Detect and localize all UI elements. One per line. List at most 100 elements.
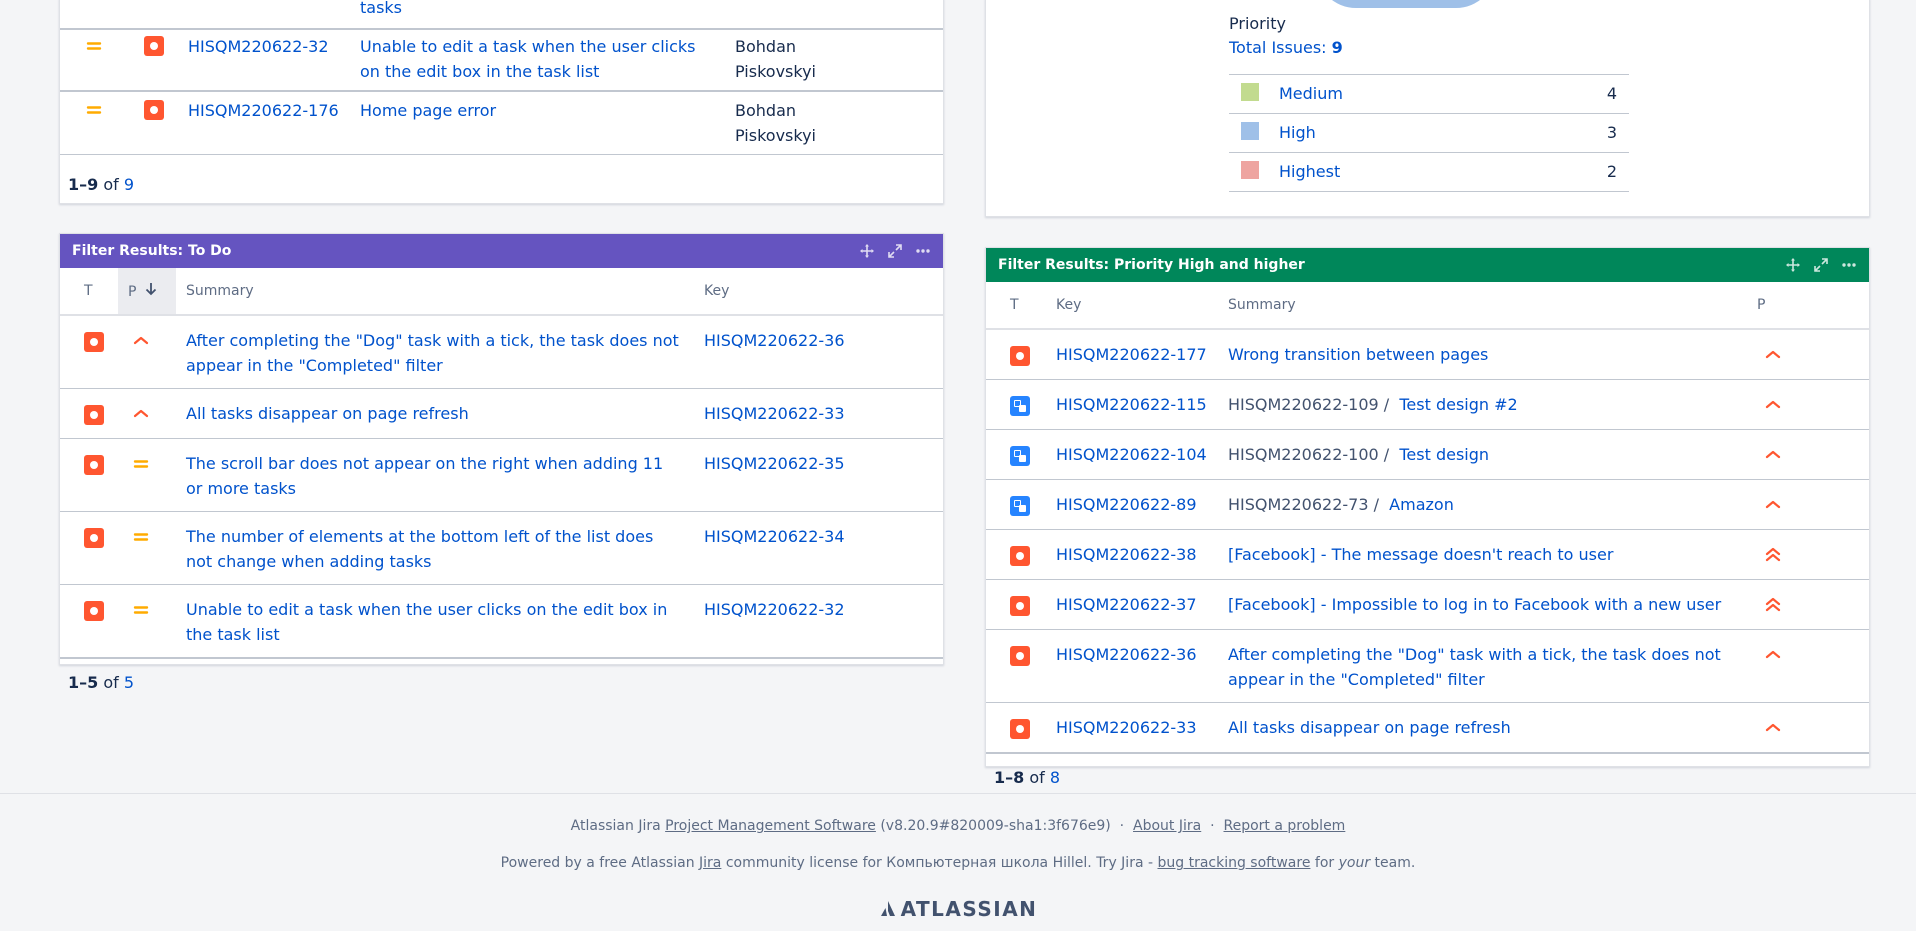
legend-label[interactable]: Medium: [1279, 84, 1343, 103]
move-icon[interactable]: [859, 243, 875, 259]
issue-key[interactable]: HISQM220622-37: [1056, 595, 1197, 614]
issue-summary[interactable]: Test design: [1399, 445, 1489, 464]
table-row[interactable]: HISQM220622-38 [Facebook] - The message d…: [986, 529, 1869, 580]
priority-high-icon: [1763, 495, 1783, 515]
legend-item[interactable]: Medium 4: [1229, 74, 1629, 114]
issue-summary[interactable]: Home page error: [360, 98, 705, 123]
issue-key[interactable]: HISQM220622-33: [704, 404, 845, 423]
more-icon[interactable]: [1841, 257, 1857, 273]
bug-icon: [1010, 596, 1030, 616]
pager-total[interactable]: 9: [124, 175, 134, 194]
col-key[interactable]: Key: [1056, 282, 1228, 330]
maximize-icon[interactable]: [1813, 257, 1829, 273]
table-row[interactable]: The scroll bar does not appear on the ri…: [60, 438, 943, 512]
gadget-title: Filter Results: To Do: [72, 243, 232, 259]
summary-link[interactable]: tasks: [360, 0, 402, 20]
table-row[interactable]: The number of elements at the bottom lef…: [60, 511, 943, 585]
issue-summary[interactable]: Wrong transition between pages: [1228, 345, 1488, 364]
legend-label[interactable]: High: [1279, 123, 1316, 142]
footer-line1: Atlassian Jira Project Management Softwa…: [570, 818, 1346, 834]
table-row[interactable]: HISQM220622-36 After completing the "Dog"…: [986, 629, 1869, 703]
bug-icon: [84, 332, 104, 352]
issue-key[interactable]: HISQM220622-36: [1056, 645, 1197, 664]
col-summary[interactable]: Summary: [1228, 282, 1757, 330]
total-issues-label[interactable]: Total Issues:: [1229, 38, 1327, 57]
gadget-title: Filter Results: Priority High and higher: [998, 257, 1305, 273]
pager-of: of: [103, 174, 119, 194]
issue-summary[interactable]: Test design #2: [1399, 395, 1517, 414]
col-summary[interactable]: Summary: [176, 268, 704, 316]
issue-summary[interactable]: The scroll bar does not appear on the ri…: [186, 454, 663, 498]
issue-summary[interactable]: Unable to edit a task when the user clic…: [186, 600, 667, 644]
issue-key[interactable]: HISQM220622-38: [1056, 545, 1197, 564]
parent-key[interactable]: HISQM220622-73 /: [1228, 495, 1379, 514]
col-key[interactable]: Key: [704, 268, 943, 316]
about-jira-link[interactable]: About Jira: [1133, 818, 1201, 834]
issue-key[interactable]: HISQM220622-34: [704, 527, 845, 546]
jira-link[interactable]: Jira: [699, 855, 721, 871]
subtask-icon: [1010, 496, 1030, 516]
partial-row: tasks: [60, 0, 943, 30]
issue-summary[interactable]: [Facebook] - Impossible to log in to Fac…: [1228, 595, 1721, 614]
table-row[interactable]: All tasks disappear on page refresh HISQM…: [60, 388, 943, 439]
subtask-icon: [1010, 446, 1030, 466]
legend-label[interactable]: Highest: [1279, 162, 1340, 181]
issue-key[interactable]: HISQM220622-104: [1056, 445, 1207, 464]
maximize-icon[interactable]: [887, 243, 903, 259]
table-row[interactable]: HISQM220622-32 Unable to edit a task when…: [60, 28, 943, 92]
table-row[interactable]: HISQM220622-177 Wrong transition between …: [986, 329, 1869, 380]
pager-total[interactable]: 5: [124, 673, 134, 692]
issue-key[interactable]: HISQM220622-32: [704, 600, 845, 619]
pager-total[interactable]: 8: [1050, 768, 1060, 787]
parent-key[interactable]: HISQM220622-100 /: [1228, 445, 1389, 464]
pm-software-link[interactable]: Project Management Software: [665, 818, 876, 834]
table-row[interactable]: HISQM220622-104 HISQM220622-100 / Test de…: [986, 429, 1869, 480]
col-priority[interactable]: P: [1757, 282, 1869, 330]
pager-range: 1–9: [68, 174, 99, 194]
more-icon[interactable]: [915, 243, 931, 259]
table-row[interactable]: HISQM220622-176 Home page error Bohdan Pis…: [60, 92, 943, 155]
legend-item[interactable]: High 3: [1229, 113, 1629, 153]
atlassian-logo[interactable]: ATLASSIAN: [0, 897, 1916, 923]
issue-key[interactable]: HISQM220622-32: [188, 34, 329, 59]
issue-summary[interactable]: Amazon: [1389, 495, 1454, 514]
bug-icon: [1010, 346, 1030, 366]
issue-key[interactable]: HISQM220622-33: [1056, 718, 1197, 737]
table-row[interactable]: HISQM220622-89 HISQM220622-73 / Amazon: [986, 479, 1869, 530]
issue-key[interactable]: HISQM220622-176: [188, 98, 339, 123]
legend-swatch: [1241, 161, 1259, 179]
issue-summary[interactable]: All tasks disappear on page refresh: [1228, 718, 1511, 737]
priority-high-icon: [131, 404, 151, 424]
issue-summary[interactable]: Unable to edit a task when the user clic…: [360, 34, 705, 84]
priority-medium-icon: [131, 527, 151, 547]
report-problem-link[interactable]: Report a problem: [1224, 818, 1346, 834]
table-row[interactable]: HISQM220622-37 [Facebook] - Impossible to…: [986, 579, 1869, 630]
issue-key[interactable]: HISQM220622-115: [1056, 395, 1207, 414]
total-issues-count[interactable]: 9: [1332, 38, 1343, 57]
issue-key[interactable]: HISQM220622-35: [704, 454, 845, 473]
table-row[interactable]: Unable to edit a task when the user clic…: [60, 584, 943, 659]
legend-item[interactable]: Highest 2: [1229, 152, 1629, 192]
issue-summary[interactable]: After completing the "Dog" task with a t…: [1228, 645, 1721, 689]
legend-swatch: [1241, 83, 1259, 101]
issue-summary[interactable]: The number of elements at the bottom lef…: [186, 527, 653, 571]
table-row[interactable]: HISQM220622-115 HISQM220622-109 / Test de…: [986, 379, 1869, 430]
issue-key[interactable]: HISQM220622-177: [1056, 345, 1207, 364]
priority-high-icon: [1763, 718, 1783, 738]
bug-icon: [1010, 719, 1030, 739]
issue-summary[interactable]: [Facebook] - The message doesn't reach t…: [1228, 545, 1613, 564]
priority-high-icon: [1763, 395, 1783, 415]
table-row[interactable]: HISQM220622-33 All tasks disappear on pag…: [986, 702, 1869, 754]
parent-key[interactable]: HISQM220622-109 /: [1228, 395, 1389, 414]
col-type[interactable]: T: [986, 282, 1056, 330]
issue-key[interactable]: HISQM220622-89: [1056, 495, 1197, 514]
assignee: Bohdan Piskovskyi: [735, 37, 816, 81]
col-priority[interactable]: P: [118, 268, 176, 316]
col-type[interactable]: T: [60, 268, 118, 316]
issue-summary[interactable]: All tasks disappear on page refresh: [186, 404, 469, 423]
issue-summary[interactable]: After completing the "Dog" task with a t…: [186, 331, 679, 375]
move-icon[interactable]: [1785, 257, 1801, 273]
bug-tracking-link[interactable]: bug tracking software: [1157, 855, 1310, 871]
issue-key[interactable]: HISQM220622-36: [704, 331, 845, 350]
table-row[interactable]: After completing the "Dog" task with a t…: [60, 315, 943, 389]
